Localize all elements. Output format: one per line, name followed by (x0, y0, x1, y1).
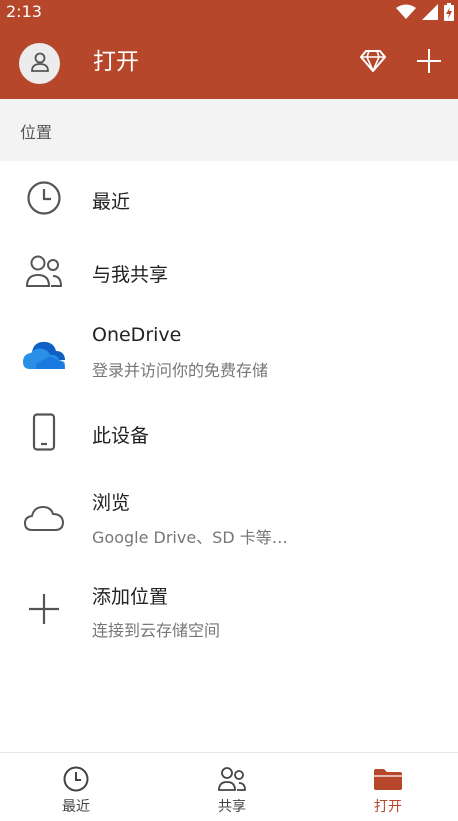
clock-icon (60, 765, 92, 793)
diamond-icon (359, 49, 387, 77)
premium-button[interactable] (358, 49, 388, 77)
folder-icon (372, 765, 404, 793)
plus-icon (22, 587, 66, 631)
location-title: 此设备 (92, 425, 150, 447)
location-item-onedrive[interactable]: OneDrive 登录并访问你的免费存储 (0, 312, 458, 392)
nav-tab-recent[interactable]: 最近 (26, 753, 126, 821)
section-header-label: 位置 (20, 123, 53, 142)
cloud-outline-icon (22, 496, 66, 540)
location-subtitle: 登录并访问你的免费存储 (92, 361, 269, 380)
location-item-recent[interactable]: 最近 (0, 163, 458, 233)
people-icon (216, 765, 248, 793)
nav-tab-open[interactable]: 打开 (338, 753, 438, 821)
avatar[interactable] (19, 43, 60, 84)
app-bar: 打开 (0, 24, 458, 99)
location-subtitle: 连接到云存储空间 (92, 621, 221, 640)
signal-icon (422, 4, 438, 24)
user-icon (29, 51, 51, 77)
onedrive-cloud-icon (22, 332, 66, 376)
status-icons (396, 3, 454, 25)
location-item-add-place[interactable]: 添加位置 连接到云存储空间 (0, 571, 458, 649)
location-item-shared[interactable]: 与我共享 (0, 235, 458, 307)
location-title: 与我共享 (92, 264, 169, 286)
nav-tab-label: 打开 (374, 799, 402, 815)
location-item-browse[interactable]: 浏览 Google Drive、SD 卡等… (0, 476, 458, 556)
add-button[interactable] (415, 49, 443, 77)
clock-icon (22, 176, 66, 220)
wifi-icon (396, 4, 416, 24)
location-title: 添加位置 (92, 586, 169, 608)
nav-tab-label: 最近 (62, 799, 90, 815)
location-title: 浏览 (92, 492, 131, 514)
page-title: 打开 (93, 49, 139, 75)
phone-icon (22, 410, 66, 454)
status-bar: 2:13 (0, 0, 458, 24)
location-subtitle: Google Drive、SD 卡等… (92, 528, 288, 547)
location-title: OneDrive (92, 324, 182, 346)
battery-charging-icon (444, 3, 454, 25)
status-time: 2:13 (6, 2, 42, 21)
plus-icon (416, 48, 442, 78)
nav-tab-shared[interactable]: 共享 (182, 753, 282, 821)
location-item-this-device[interactable]: 此设备 (0, 398, 458, 470)
nav-tab-label: 共享 (218, 799, 246, 815)
section-header: 位置 (0, 99, 458, 161)
location-title: 最近 (92, 191, 131, 213)
people-icon (22, 249, 66, 293)
bottom-nav: 最近 共享 打开 (0, 752, 458, 821)
